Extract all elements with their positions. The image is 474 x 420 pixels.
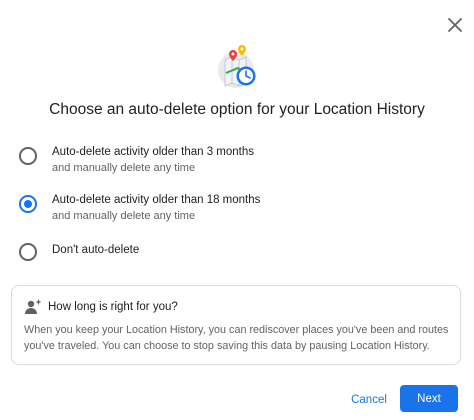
cancel-button[interactable]: Cancel	[343, 386, 395, 414]
option-label: Auto-delete activity older than 18 month…	[52, 194, 261, 206]
option-sublabel: and manually delete any time	[52, 210, 196, 222]
radio-dont-auto-delete[interactable]	[19, 243, 37, 261]
option-dont-auto-delete[interactable]: Don't auto-delete	[16, 238, 436, 278]
dialog-title: Choose an auto-delete option for your Lo…	[49, 101, 425, 118]
next-button[interactable]: Next	[400, 385, 458, 412]
option-label: Don't auto-delete	[52, 244, 140, 256]
close-button[interactable]	[441, 11, 469, 39]
radio-18-months[interactable]	[19, 195, 37, 213]
info-body: When you keep your Location History, you…	[24, 324, 449, 352]
option-3-months[interactable]: Auto-delete activity older than 3 months…	[16, 142, 436, 182]
info-title: How long is right for you?	[48, 301, 178, 313]
map-clock-illustration	[212, 40, 264, 92]
person-sparkle-icon	[25, 299, 42, 314]
radio-3-months[interactable]	[19, 147, 37, 165]
option-label: Auto-delete activity older than 3 months	[52, 146, 255, 158]
option-18-months[interactable]: Auto-delete activity older than 18 month…	[16, 190, 436, 230]
info-card: How long is right for you? When you keep…	[11, 285, 461, 365]
option-sublabel: and manually delete any time	[52, 162, 196, 174]
close-icon	[448, 18, 462, 32]
